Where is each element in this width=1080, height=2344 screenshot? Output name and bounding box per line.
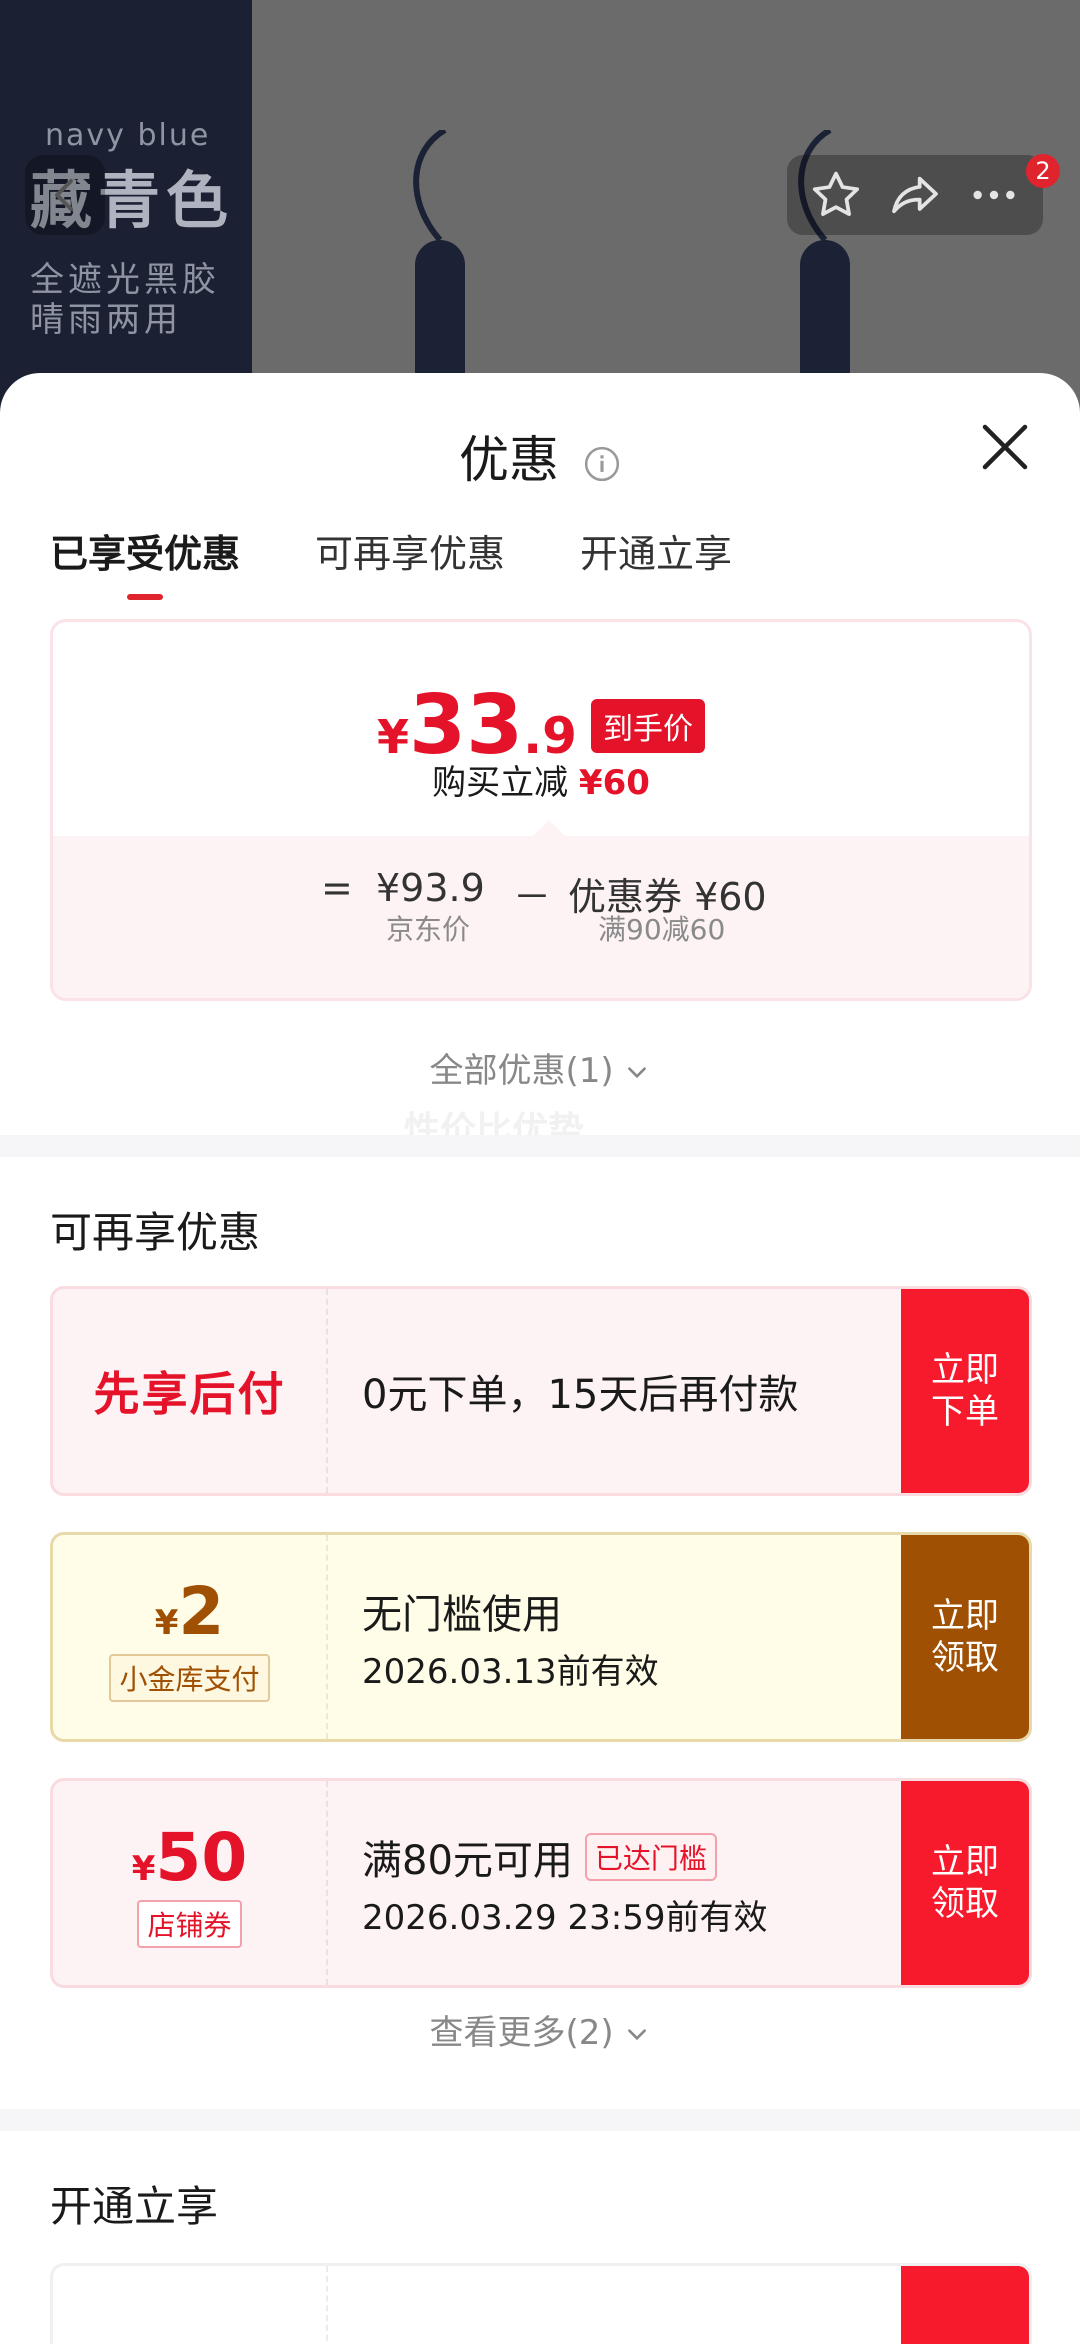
button-label-line1: 立即 xyxy=(931,1842,999,1882)
all-offers-label: 全部优惠(1) xyxy=(429,1051,614,1091)
coupon-info: 0元下单，15天后再付款 xyxy=(328,1289,901,1493)
notification-badge: 2 xyxy=(1026,154,1060,188)
open-enjoy-card xyxy=(50,2263,1032,2344)
chevron-down-icon xyxy=(628,1066,647,1078)
threshold-reached-badge: 已达门槛 xyxy=(584,1832,717,1881)
tab-open-enjoy[interactable]: 开通立享 xyxy=(580,523,732,600)
coupon-condition: 满80元可用 xyxy=(362,1837,573,1884)
info-icon[interactable] xyxy=(583,445,621,483)
button-label-line1: 立即 xyxy=(931,1350,999,1390)
more-icon[interactable] xyxy=(966,167,1022,223)
tab-enjoyed-offers[interactable]: 已享受优惠 xyxy=(50,523,240,600)
saving-value: ¥60 xyxy=(578,763,650,803)
coupon-left: ¥ 50 店铺券 xyxy=(53,1781,328,1985)
coupon-validity: 2026.03.13前有效 xyxy=(362,1651,659,1692)
view-more-label: 查看更多(2) xyxy=(429,2013,614,2053)
bnpl-title: 先享后付 xyxy=(93,1367,286,1421)
claim-button[interactable]: 立即 领取 xyxy=(901,1781,1029,1985)
final-price-tag: 到手价 xyxy=(590,698,705,753)
amount-value: 50 xyxy=(155,1818,248,1896)
star-icon[interactable] xyxy=(808,167,864,223)
all-offers-toggle[interactable]: 全部优惠(1) xyxy=(0,1043,1080,1092)
sheet-title: 优惠 xyxy=(459,431,560,489)
saving-label: 购买立减 xyxy=(432,763,569,803)
coupon-info: 无门槛使用 2026.03.13前有效 xyxy=(328,1535,901,1739)
currency-symbol: ¥ xyxy=(131,1848,156,1889)
coupon-condition-row: 满80元可用 已达门槛 xyxy=(362,1828,901,1886)
back-button[interactable] xyxy=(25,155,105,235)
button-label-line2: 下单 xyxy=(931,1392,999,1432)
share-icon[interactable] xyxy=(887,167,943,223)
final-price-summary: ¥ 33 .9 到手价 购买立减 ¥60 xyxy=(53,622,1029,836)
coupon-bnpl: 先享后付 0元下单，15天后再付款 立即 下单 xyxy=(50,1286,1032,1496)
coupon-condition: 无门槛使用 xyxy=(362,1591,562,1638)
color-name-en: navy blue xyxy=(45,118,211,153)
equals-sign: = xyxy=(321,866,353,910)
coupon-left: 先享后付 xyxy=(53,1289,328,1493)
view-more-link[interactable]: 查看更多(2) xyxy=(0,2005,1080,2054)
coupon-validity: 2026.03.29 23:59前有效 xyxy=(362,1897,768,1938)
button-label-line2: 领取 xyxy=(931,1884,999,1924)
claim-button[interactable]: 立即 领取 xyxy=(901,1535,1029,1739)
section-title-open-enjoy: 开通立享 xyxy=(50,2182,219,2231)
chevron-left-icon xyxy=(55,179,73,211)
coupon-store: ¥ 50 店铺券 满80元可用 已达门槛 2026.03.29 23:59前有效… xyxy=(50,1778,1032,1988)
coupon-left: ¥ 2 小金库支付 xyxy=(53,1535,328,1739)
feature-text-2: 晴雨两用 xyxy=(30,300,182,340)
offer-tabs: 已享受优惠 可再享优惠 开通立享 xyxy=(50,523,732,600)
chevron-down-icon xyxy=(628,2028,647,2040)
coupon-wallet-pay: ¥ 2 小金库支付 无门槛使用 2026.03.13前有效 立即 领取 xyxy=(50,1532,1032,1742)
open-enjoy-button[interactable] xyxy=(901,2266,1029,2344)
product-image-background: navy blue 藏青色 全遮光黑胶 晴雨两用 2 xyxy=(0,0,1080,420)
final-price-card: ¥ 33 .9 到手价 购买立减 ¥60 = ¥93.9 － 优惠券 ¥60 京… xyxy=(50,619,1032,1001)
order-now-button[interactable]: 立即 下单 xyxy=(901,1289,1029,1493)
jd-price: ¥93.9 xyxy=(376,866,485,910)
coupon-description: 0元下单，15天后再付款 xyxy=(362,1372,799,1418)
offers-sheet: 优惠 已享受优惠 可再享优惠 开通立享 ¥ 33 .9 到手价 购买立减 ¥60… xyxy=(0,373,1080,2344)
amount-value: 2 xyxy=(178,1572,225,1650)
button-label-line2: 领取 xyxy=(931,1638,999,1678)
section-divider xyxy=(0,2109,1080,2131)
coupon-amount: ¥ 2 xyxy=(155,1573,225,1650)
coupon-type-tag: 小金库支付 xyxy=(109,1653,270,1702)
sheet-header: 优惠 xyxy=(0,420,1080,492)
top-action-bar xyxy=(787,155,1043,235)
button-label-line1: 立即 xyxy=(931,1596,999,1636)
jd-price-label: 京东价 xyxy=(386,913,471,946)
price-formula: = ¥93.9 － 优惠券 ¥60 京东价 满90减60 xyxy=(53,820,1029,998)
section-divider xyxy=(0,1135,1080,1157)
coupon-type-tag: 店铺券 xyxy=(137,1899,242,1948)
coupon-condition: 满90减60 xyxy=(598,913,726,946)
close-icon[interactable] xyxy=(975,417,1035,477)
coupon-amount: ¥ 50 xyxy=(132,1819,248,1896)
coupon-info: 满80元可用 已达门槛 2026.03.29 23:59前有效 xyxy=(328,1781,901,1985)
tab-more-offers[interactable]: 可再享优惠 xyxy=(315,523,505,600)
currency-symbol: ¥ xyxy=(154,1602,179,1643)
coupon-left xyxy=(53,2266,328,2344)
saving-line: 购买立减 ¥60 xyxy=(53,755,1029,804)
minus-sign: － xyxy=(513,875,552,919)
section-title-more-offers: 可再享优惠 xyxy=(50,1208,261,1257)
